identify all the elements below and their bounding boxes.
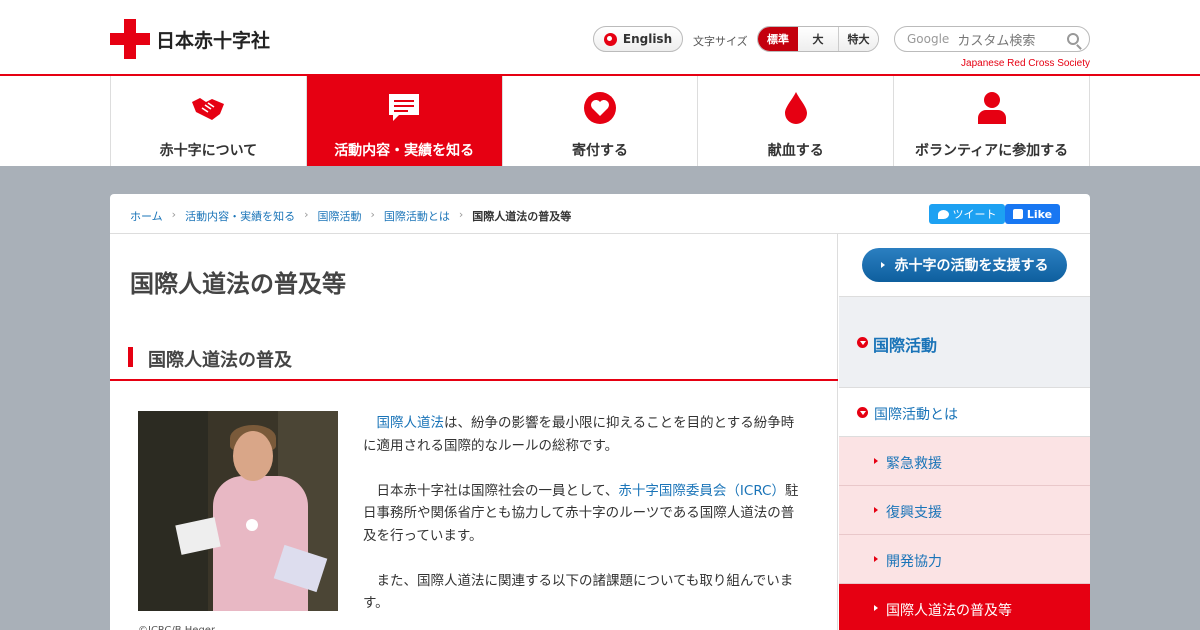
gnav-item-volunteer[interactable]: ボランティアに参加する	[894, 76, 1090, 166]
site-logo[interactable]: 日本赤十字社	[110, 19, 270, 59]
font-size-standard-button[interactable]: 標準	[758, 27, 798, 51]
page-title: 国際人道法の普及等	[130, 270, 346, 298]
english-label: English	[622, 32, 673, 46]
section-heading-text: 国際人道法の普及	[148, 350, 292, 371]
breadcrumb-link-home[interactable]: ホーム	[130, 208, 163, 224]
logo-text: 日本赤十字社	[156, 29, 271, 52]
tweet-button[interactable]: ツイート	[929, 204, 1005, 224]
side-nav-item-label: 復興支援	[886, 505, 942, 521]
search-placeholder: カスタム検索	[957, 33, 1036, 49]
gnav-item-donate[interactable]: 寄付する	[502, 76, 699, 166]
gnav-label: 赤十字について	[159, 143, 258, 159]
gnav-item-activities[interactable]: 活動内容・実績を知る	[306, 76, 503, 166]
font-size-xlarge-button[interactable]: 特大	[838, 27, 878, 51]
chevron-down-icon	[857, 407, 868, 418]
side-nav-item-emergency-relief[interactable]: 緊急救援	[839, 437, 1090, 486]
caret-right-icon	[874, 605, 878, 611]
globe-icon	[603, 32, 617, 46]
gnav-label: ボランティアに参加する	[915, 143, 1069, 159]
breadcrumb-link-international[interactable]: 国際活動	[317, 208, 361, 224]
site-header: 日本赤十字社 English 文字サイズ 標準 大 特大 Google カスタム…	[0, 0, 1200, 76]
breadcrumb-chevron-icon: ›	[458, 208, 464, 221]
paragraph-3: また、国際人道法に関連する以下の諸課題についても取り組んでいます。	[363, 572, 794, 612]
breadcrumb-chevron-icon: ›	[171, 208, 177, 221]
side-nav-item-recovery[interactable]: 復興支援	[839, 486, 1090, 535]
breadcrumb-current: 国際人道法の普及等	[472, 210, 572, 223]
person-icon	[977, 92, 1006, 124]
gnav-label: 寄付する	[571, 143, 628, 159]
content-card: ホーム › 活動内容・実績を知る › 国際活動 › 国際活動とは › 国際人道法…	[110, 194, 1090, 630]
english-button[interactable]: English	[593, 26, 683, 52]
font-size-switcher: 標準 大 特大	[757, 26, 879, 52]
like-label: Like	[1026, 207, 1053, 221]
thumbs-up-icon	[1012, 209, 1023, 219]
chevron-down-icon	[857, 337, 868, 348]
ihl-link[interactable]: 国際人道法	[377, 415, 445, 431]
side-nav-item-label: 開発協力	[886, 554, 942, 570]
gnav-label: 献血する	[767, 143, 824, 159]
support-button-area: 赤十字の活動を支援する	[839, 234, 1090, 297]
tweet-label: ツイート	[952, 208, 997, 221]
heart-icon	[583, 92, 616, 124]
side-nav-item-international-about[interactable]: 国際活動とは	[839, 388, 1090, 437]
breadcrumb-chevron-icon: ›	[370, 208, 375, 221]
speech-bubble-icon	[389, 94, 420, 121]
side-nav-item-label: 国際人道法の普及等	[886, 603, 1012, 619]
icrc-photo	[138, 411, 338, 611]
main-column: 国際人道法の普及等 国際人道法の普及 ©ICRC/B.Heger 国際人道法は、…	[110, 234, 838, 630]
side-nav-item-label: 緊急救援	[886, 456, 942, 472]
paragraph-2: 日本赤十字社は国際社会の一員として、赤十字国際委員会（ICRC）駐日事務所や関係…	[363, 480, 803, 548]
caret-right-icon	[874, 507, 878, 513]
red-cross-icon	[110, 19, 150, 59]
twitter-bird-icon	[937, 209, 949, 219]
global-nav: 赤十字について 活動内容・実績を知る 寄付する 献血する ボランティアに参加する	[110, 76, 1090, 166]
search-google-label: Google	[907, 32, 950, 46]
gnav-item-blood-donation[interactable]: 献血する	[698, 76, 895, 166]
side-nav-item-ihl-dissemination[interactable]: 国際人道法の普及等	[839, 584, 1090, 630]
breadcrumb-link-international-about[interactable]: 国際活動とは	[384, 208, 450, 224]
gnav-label: 活動内容・実績を知る	[334, 143, 475, 159]
handshake-icon	[192, 98, 225, 120]
support-button-label: 赤十字の活動を支援する	[894, 258, 1049, 274]
support-activities-button[interactable]: 赤十字の活動を支援する	[862, 248, 1067, 282]
site-tagline: Japanese Red Cross Society	[961, 58, 1090, 69]
breadcrumb-chevron-icon: ›	[304, 208, 309, 221]
side-nav-heading[interactable]: 国際活動	[839, 297, 1090, 388]
section-heading: 国際人道法の普及	[110, 340, 838, 381]
arrow-right-icon	[880, 262, 885, 268]
breadcrumb: ホーム › 活動内容・実績を知る › 国際活動 › 国際活動とは › 国際人道法…	[130, 208, 571, 224]
blood-drop-icon	[784, 92, 807, 124]
photo-caption: ©ICRC/B.Heger	[138, 625, 215, 630]
paragraph-1: 国際人道法は、紛争の影響を最小限に抑えることを目的とする紛争時に適用される国際的…	[363, 412, 803, 457]
section-marker	[128, 347, 133, 367]
icrc-link[interactable]: 赤十字国際委員会（ICRC）	[618, 483, 785, 499]
side-nav-item-development[interactable]: 開発協力	[839, 535, 1090, 584]
side-nav-sub-label: 国際活動とは	[874, 407, 958, 423]
gnav-item-about[interactable]: 赤十字について	[111, 76, 307, 166]
font-size-label: 文字サイズ	[693, 35, 748, 48]
side-nav-heading-text: 国際活動	[873, 336, 938, 355]
side-navigation: 赤十字の活動を支援する 国際活動 国際活動とは 緊急救援 復興支援 開発協力 国…	[839, 234, 1090, 630]
breadcrumb-link-activities[interactable]: 活動内容・実績を知る	[185, 208, 295, 224]
facebook-like-button[interactable]: Like	[1005, 204, 1060, 224]
caret-right-icon	[874, 556, 878, 562]
search-icon[interactable]	[1067, 33, 1079, 45]
caret-right-icon	[874, 458, 878, 464]
paragraph-2-text-pre: 日本赤十字社は国際社会の一員として、	[376, 482, 619, 499]
article-body: 国際人道法は、紛争の影響を最小限に抑えることを目的とする紛争時に適用される国際的…	[363, 412, 803, 630]
font-size-large-button[interactable]: 大	[798, 27, 838, 51]
search-input[interactable]: Google カスタム検索	[894, 26, 1090, 52]
